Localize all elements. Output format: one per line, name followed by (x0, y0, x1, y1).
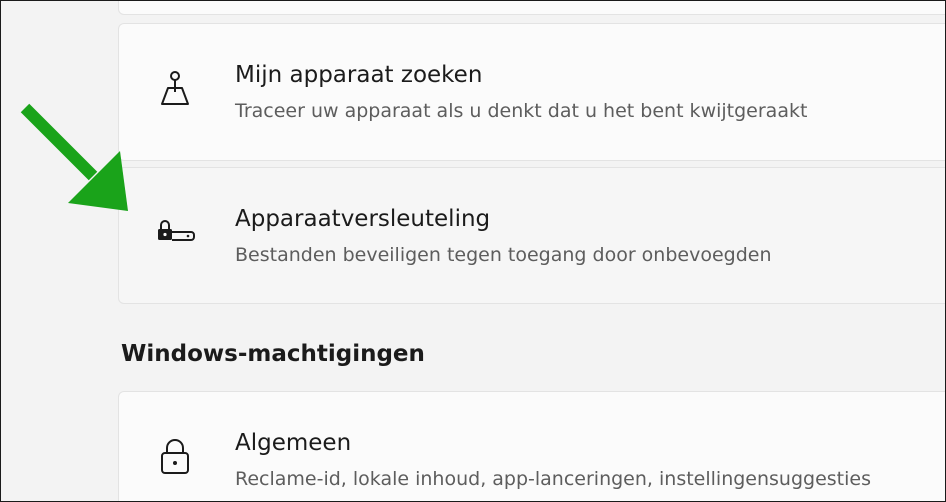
lock-drive-icon (158, 220, 195, 241)
device-encryption-title: Apparaatversleuteling (235, 206, 491, 232)
green-arrow-icon (20, 103, 128, 211)
previous-settings-card[interactable] (118, 1, 945, 15)
general-description: Reclame-id, lokale inhoud, app-lancering… (235, 468, 871, 490)
general-title: Algemeen (235, 430, 352, 456)
section-title-windows-permissions: Windows-machtigingen (121, 341, 425, 367)
find-my-device-description: Traceer uw apparaat als u denkt dat u he… (235, 100, 808, 122)
general-card[interactable]: Algemeen Reclame-id, lokale inhoud, app-… (118, 391, 945, 501)
find-my-device-card[interactable]: Mijn apparaat zoeken Traceer uw apparaat… (118, 23, 945, 161)
find-device-icon (161, 71, 189, 105)
settings-page: Mijn apparaat zoeken Traceer uw apparaat… (0, 0, 946, 502)
device-encryption-description: Bestanden beveiligen tegen toegang door … (235, 244, 772, 266)
device-encryption-card[interactable]: Apparaatversleuteling Bestanden beveilig… (118, 167, 945, 304)
lock-icon (161, 439, 189, 474)
find-my-device-title: Mijn apparaat zoeken (235, 62, 483, 88)
